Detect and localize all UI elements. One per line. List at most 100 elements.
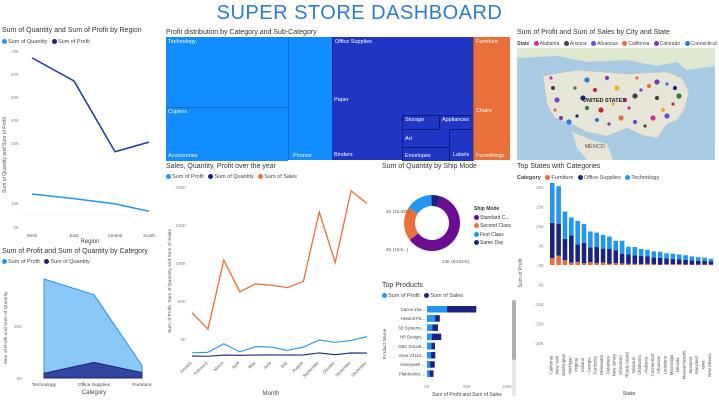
map-city-dot[interactable] <box>598 107 604 113</box>
product-profit-bar[interactable] <box>427 315 436 322</box>
treemap-storage[interactable]: Storage <box>402 115 440 130</box>
map-city-dot[interactable] <box>584 105 590 111</box>
treemap-furniture[interactable]: Furniture Chairs Furnishings <box>473 37 510 160</box>
state-bar-segment[interactable] <box>575 261 580 265</box>
state-bar-segment[interactable] <box>594 263 599 265</box>
state-bar-segment[interactable] <box>613 263 619 265</box>
scrollbar-track[interactable] <box>512 300 516 396</box>
state-bar-segment[interactable] <box>607 249 612 264</box>
state-bar-segment[interactable] <box>619 253 625 264</box>
map-city-dot[interactable] <box>566 119 572 125</box>
sales-line[interactable] <box>191 189 368 331</box>
state-bar-segment[interactable] <box>632 263 638 265</box>
treemap-art[interactable]: Art <box>402 129 440 148</box>
map-city-dot[interactable] <box>646 83 652 89</box>
treemap[interactable]: Technology Copiers Accessories Phones Of… <box>166 37 510 161</box>
state-bar-segment[interactable] <box>588 231 593 248</box>
state-bar-segment[interactable] <box>581 224 587 243</box>
state-bar-segment[interactable] <box>683 259 688 265</box>
state-bar-segment[interactable] <box>581 242 587 264</box>
state-bar-segment[interactable] <box>600 248 606 263</box>
map-city-dot[interactable] <box>676 93 682 99</box>
map-city-dot[interactable] <box>671 102 675 106</box>
product-profit-bar[interactable] <box>427 342 432 350</box>
map-city-dot[interactable] <box>643 124 647 128</box>
map-city-dot[interactable] <box>664 113 670 119</box>
product-profit-bar[interactable] <box>427 333 432 341</box>
map-city-dot[interactable] <box>549 76 553 80</box>
treemap-phones[interactable]: Phones <box>288 37 333 160</box>
map-city-dot[interactable] <box>607 122 611 126</box>
category-chart-panel[interactable]: Sum of Profit and Sum of Quantity by Cat… <box>2 248 160 398</box>
state-bar-segment[interactable] <box>556 255 561 265</box>
map-city-dot[interactable] <box>650 115 656 121</box>
state-bar-segment[interactable] <box>626 246 631 255</box>
state-bar-segment[interactable] <box>645 249 650 257</box>
map-city-dot[interactable] <box>592 87 598 93</box>
product-profit-bar[interactable] <box>427 370 430 377</box>
map-city-dot[interactable] <box>639 88 643 92</box>
state-bar-segment[interactable] <box>607 263 612 265</box>
region-profit-line[interactable] <box>31 57 150 153</box>
map-city-dot[interactable] <box>654 79 660 85</box>
state-bar-segment[interactable] <box>632 247 638 256</box>
state-bar-segment[interactable] <box>657 257 663 265</box>
state-bar-segment[interactable] <box>689 264 695 266</box>
treemap-appliances[interactable]: Appliances <box>439 115 474 130</box>
state-bar-segment[interactable] <box>588 262 593 265</box>
state-bar-segment[interactable] <box>619 263 625 265</box>
map-city-dot[interactable] <box>554 97 560 103</box>
state-bar-segment[interactable] <box>664 253 669 259</box>
map-city-dot[interactable] <box>665 82 669 86</box>
state-bar-segment[interactable] <box>581 263 587 265</box>
state-bar-segment[interactable] <box>550 257 555 265</box>
map-city-dot[interactable] <box>635 76 639 80</box>
state-bar-segment[interactable] <box>676 264 682 265</box>
state-bar-segment[interactable] <box>651 264 657 265</box>
state-bar-segment[interactable] <box>645 256 650 264</box>
product-profit-bar[interactable] <box>427 352 432 359</box>
state-bar-segment[interactable] <box>702 264 707 266</box>
state-bar-segment[interactable] <box>695 257 701 261</box>
state-bar-segment[interactable] <box>638 249 644 257</box>
state-bar-segment[interactable] <box>626 263 631 265</box>
map-city-dot[interactable] <box>594 117 600 123</box>
map-city-dot[interactable] <box>614 85 620 91</box>
state-bar-segment[interactable] <box>676 259 682 265</box>
state-bar-segment[interactable] <box>632 255 638 264</box>
top-states-panel[interactable]: Top States with Categories Category Furn… <box>517 163 717 398</box>
state-bar-segment[interactable] <box>664 264 669 265</box>
profit-line[interactable] <box>191 336 368 354</box>
state-bar-segment[interactable] <box>670 264 676 265</box>
state-bar-segment[interactable] <box>702 257 707 261</box>
treemap-labels[interactable]: Labels <box>449 129 474 161</box>
state-bar-segment[interactable] <box>626 254 631 264</box>
state-bar-segment[interactable] <box>708 264 714 266</box>
map-city-dot[interactable] <box>672 85 678 91</box>
state-bar-segment[interactable] <box>588 247 593 263</box>
state-bar-segment[interactable] <box>695 264 701 266</box>
state-bar-segment[interactable] <box>575 220 580 245</box>
state-bar-segment[interactable] <box>550 183 555 223</box>
state-bar-segment[interactable] <box>569 217 574 236</box>
state-bar-segment[interactable] <box>562 211 568 239</box>
state-bar-segment[interactable] <box>664 258 669 265</box>
state-bar-segment[interactable] <box>556 186 561 224</box>
product-profit-bar[interactable] <box>427 361 431 368</box>
state-bar-segment[interactable] <box>695 260 701 265</box>
state-bar-segment[interactable] <box>670 253 676 259</box>
top-products-panel[interactable]: Top Products Sum of Profit Sum of Sales … <box>382 282 514 398</box>
map-city-dot[interactable] <box>558 115 564 121</box>
map-city-dot[interactable] <box>654 95 660 101</box>
state-bar-segment[interactable] <box>708 261 714 265</box>
state-bar-segment[interactable] <box>651 251 657 258</box>
state-bar-segment[interactable] <box>613 240 619 251</box>
state-bar-segment[interactable] <box>556 223 561 256</box>
state-bar-segment[interactable] <box>638 264 644 265</box>
state-map[interactable]: UNITED STATES MÉXICO <box>517 48 715 160</box>
map-city-dot[interactable] <box>604 75 610 81</box>
map-city-dot[interactable] <box>584 77 590 83</box>
map-city-dot[interactable] <box>618 115 624 121</box>
map-city-dot[interactable] <box>553 108 557 112</box>
scrollbar-thumb[interactable] <box>512 300 516 360</box>
